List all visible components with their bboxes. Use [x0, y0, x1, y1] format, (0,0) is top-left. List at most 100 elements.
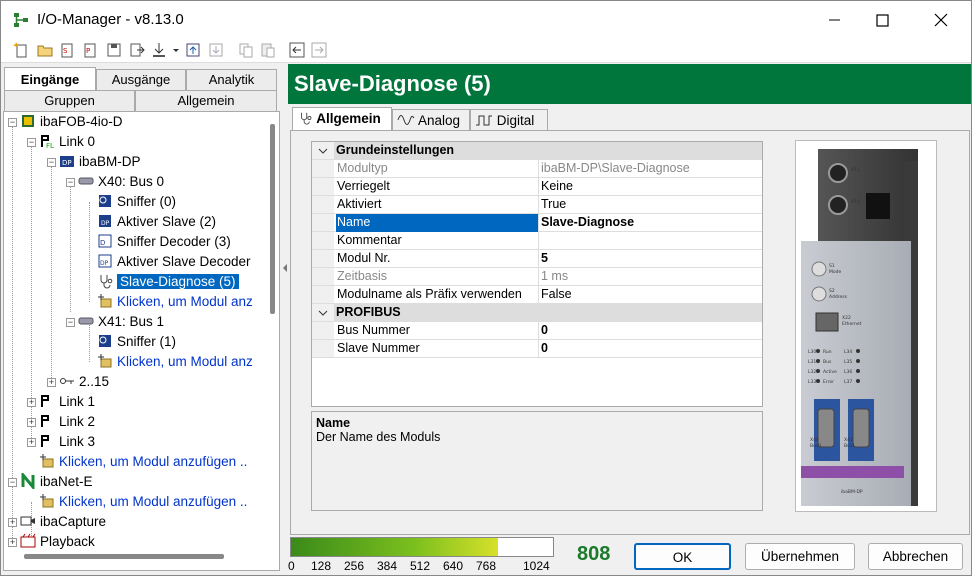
svg-text:D: D	[100, 239, 105, 247]
chevron-down-icon[interactable]	[172, 42, 180, 58]
tree-item-ibanet-e[interactable]: ibaNet-E	[20, 472, 93, 492]
collapse-icon[interactable]	[312, 142, 334, 160]
property-row[interactable]: Modul Nr. 5	[312, 250, 762, 268]
tree-label: Aktiver Slave (2)	[117, 214, 217, 229]
category-row[interactable]: PROFIBUS	[312, 304, 762, 322]
ok-button[interactable]: OK	[634, 543, 731, 570]
tree-horizontal-scrollbar[interactable]	[24, 554, 224, 559]
export-icon[interactable]	[129, 42, 145, 58]
tree-item-link2[interactable]: Link 2	[39, 412, 95, 432]
property-row[interactable]: Modultyp ibaBM-DP\Slave-Diagnose	[312, 160, 762, 178]
move-up-icon[interactable]	[185, 42, 201, 58]
tree-item-add-module[interactable]: Klicken, um Modul anz	[97, 292, 253, 312]
module-tree[interactable]: − ibaFOB-4io-D − FL Link 0 − DP ibaBM-DP −…	[3, 111, 280, 571]
collapse-icon[interactable]	[312, 304, 334, 322]
save-icon[interactable]	[106, 42, 122, 58]
expand-toggle[interactable]: −	[66, 178, 75, 187]
property-row[interactable]: Kommentar	[312, 232, 762, 250]
tree-item-x41-bus1[interactable]: X41: Bus 1	[78, 312, 164, 332]
expand-toggle[interactable]: +	[27, 398, 36, 407]
minimize-button[interactable]	[812, 1, 858, 39]
tree-item-slave-diagnose[interactable]: Slave-Diagnose (5)	[97, 272, 239, 292]
property-value[interactable]: Slave-Diagnose	[540, 214, 762, 231]
cancel-button[interactable]: Abbrechen	[868, 543, 963, 570]
save-as-icon[interactable]: S	[59, 42, 75, 58]
move-down-icon[interactable]	[208, 42, 224, 58]
tree-item-link1[interactable]: Link 1	[39, 392, 95, 412]
expand-toggle[interactable]: +	[27, 418, 36, 427]
tab-analog[interactable]: Analog	[392, 109, 470, 131]
expand-toggle[interactable]: −	[66, 318, 75, 327]
forward-icon[interactable]	[311, 42, 327, 58]
property-row[interactable]: Name Slave-Diagnose	[312, 214, 762, 232]
tree-label: Klicken, um Modul anzufügen ..	[59, 454, 248, 469]
tree-item-aktiver-slave-decoder[interactable]: DP Aktiver Slave Decoder	[97, 252, 251, 272]
property-value[interactable]: False	[540, 286, 762, 303]
open-folder-icon[interactable]	[37, 42, 53, 58]
tab-allgemein[interactable]: Allgemein	[292, 107, 392, 131]
tab-gruppen[interactable]: Gruppen	[4, 90, 135, 112]
property-value[interactable]: True	[540, 196, 762, 213]
property-row[interactable]: Zeitbasis 1 ms	[312, 268, 762, 286]
property-row[interactable]: Bus Nummer 0	[312, 322, 762, 340]
device-label: ibaBM-DP	[841, 489, 863, 495]
property-row[interactable]: Modulname als Präfix verwenden False	[312, 286, 762, 304]
property-value[interactable]: 0	[540, 322, 762, 339]
tab-analytik[interactable]: Analytik	[186, 69, 277, 91]
tree-item-add-module[interactable]: Klicken, um Modul anzufügen ..	[39, 492, 247, 512]
sine-wave-icon	[397, 115, 415, 125]
expand-toggle[interactable]: +	[8, 538, 17, 547]
expand-toggle[interactable]: −	[8, 118, 17, 127]
print-doc-icon[interactable]: P	[82, 42, 98, 58]
expand-toggle[interactable]: +	[47, 378, 56, 387]
expand-toggle[interactable]: +	[27, 438, 36, 447]
tree-item-ibabm-dp[interactable]: DP ibaBM-DP	[59, 152, 141, 172]
tree-vertical-scrollbar[interactable]	[270, 124, 275, 314]
tree-label: Sniffer (0)	[117, 194, 177, 209]
category-row[interactable]: Grundeinstellungen	[312, 142, 762, 160]
tab-digital[interactable]: Digital	[470, 109, 548, 131]
property-grid[interactable]: Grundeinstellungen Modultyp ibaBM-DP\Slav…	[311, 141, 763, 407]
tab-eingaenge[interactable]: Eingänge	[4, 67, 96, 91]
tree-item-add-module[interactable]: Klicken, um Modul anz	[97, 352, 253, 372]
property-row[interactable]: Aktiviert True	[312, 196, 762, 214]
expand-toggle[interactable]: −	[27, 138, 36, 147]
property-row[interactable]: Verriegelt Keine	[312, 178, 762, 196]
property-row[interactable]: Slave Nummer 0	[312, 340, 762, 358]
expand-toggle[interactable]: −	[8, 478, 17, 487]
expand-toggle[interactable]: −	[47, 158, 56, 167]
property-value[interactable]: 0	[540, 340, 762, 357]
device-label: L34	[844, 349, 852, 355]
property-value[interactable]: 5	[540, 250, 762, 267]
maximize-button[interactable]	[859, 1, 905, 39]
tree-item-playback[interactable]: Playback	[20, 532, 95, 552]
property-key: Modul Nr.	[336, 250, 539, 268]
download-dropdown-icon[interactable]	[151, 42, 167, 58]
tree-item-sniffer1[interactable]: Sniffer (1)	[97, 332, 176, 352]
paste-icon[interactable]	[260, 42, 276, 58]
tree-item-sniffer0[interactable]: Sniffer (0)	[97, 192, 176, 212]
back-icon[interactable]	[289, 42, 305, 58]
tree-item-link3[interactable]: Link 3	[39, 432, 95, 452]
tree-item-add-module[interactable]: Klicken, um Modul anzufügen ..	[39, 452, 247, 472]
gauge-tick-label: 1024	[523, 559, 550, 573]
active-slave-icon: DP	[99, 215, 111, 227]
property-value[interactable]: 1 ms	[540, 268, 762, 285]
tree-item-ibacapture[interactable]: ibaCapture	[20, 512, 106, 532]
tree-item-links-2-15[interactable]: 2..15	[59, 372, 109, 392]
tree-item-sniffer-decoder[interactable]: D Sniffer Decoder (3)	[97, 232, 231, 252]
tree-item-ibafob[interactable]: ibaFOB-4io-D	[20, 112, 123, 132]
apply-button[interactable]: Übernehmen	[745, 543, 855, 570]
new-icon[interactable]	[13, 42, 29, 58]
property-value[interactable]: Keine	[540, 178, 762, 195]
expand-toggle[interactable]: +	[8, 518, 17, 527]
tree-item-x40-bus0[interactable]: X40: Bus 0	[78, 172, 164, 192]
copy-icon[interactable]	[238, 42, 254, 58]
close-window-button[interactable]	[918, 1, 964, 39]
tree-item-aktiver-slave[interactable]: DP Aktiver Slave (2)	[97, 212, 216, 232]
property-value[interactable]: ibaBM-DP\Slave-Diagnose	[540, 160, 762, 177]
tree-label: Link 3	[59, 434, 96, 449]
tab-ausgaenge[interactable]: Ausgänge	[96, 69, 186, 91]
tree-item-link0[interactable]: FL Link 0	[39, 132, 95, 152]
tab-allgemein-left[interactable]: Allgemein	[135, 90, 277, 112]
